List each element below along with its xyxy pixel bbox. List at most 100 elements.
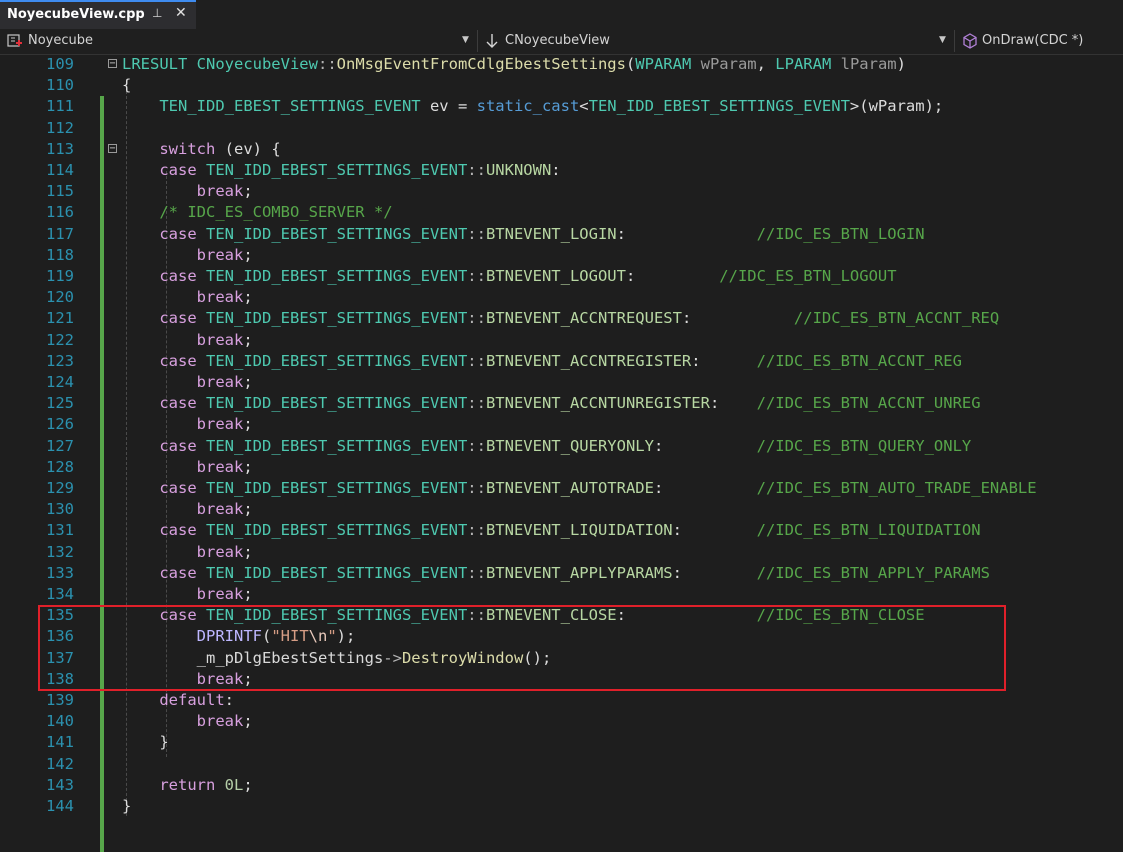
- code-token: ::: [467, 563, 486, 582]
- code-line[interactable]: 128 break;: [0, 457, 1123, 478]
- code-token: :: [653, 479, 757, 497]
- code-token: TEN_IDD_EBEST_SETTINGS_EVENT: [206, 479, 468, 497]
- code-line[interactable]: 144}: [0, 796, 1123, 817]
- code-line[interactable]: 117 case TEN_IDD_EBEST_SETTINGS_EVENT::B…: [0, 224, 1123, 245]
- code-line[interactable]: 138 break;: [0, 669, 1123, 690]
- line-number: 138: [46, 669, 74, 688]
- code-token: ): [896, 55, 906, 73]
- chevron-down-icon[interactable]: ▼: [462, 35, 469, 45]
- code-token: ::: [467, 309, 486, 328]
- code-token: case: [159, 309, 206, 328]
- class-dropdown[interactable]: CNoyecubeView ▼: [479, 30, 955, 52]
- code-token: //IDC_ES_BTN_LIQUIDATION: [756, 521, 981, 540]
- code-line[interactable]: 132 break;: [0, 542, 1123, 563]
- collapse-icon[interactable]: −: [108, 143, 117, 153]
- code-text: case TEN_IDD_EBEST_SETTINGS_EVENT::BTNEV…: [122, 266, 896, 287]
- code-editor[interactable]: 109− LRESULT CNoyecubeView::OnMsgEventFro…: [0, 54, 1123, 852]
- code-token: LRESULT: [122, 55, 197, 73]
- code-text: /* IDC_ES_COMBO_SERVER */: [122, 202, 392, 223]
- code-line[interactable]: 116 /* IDC_ES_COMBO_SERVER */: [0, 202, 1123, 223]
- code-line[interactable]: 136 DPRINTF("HIT\n");: [0, 626, 1123, 647]
- code-token: case: [159, 224, 206, 243]
- line-number: 140: [46, 712, 74, 731]
- line-number: 122: [46, 330, 74, 349]
- code-token: TEN_IDD_EBEST_SETTINGS_EVENT: [206, 436, 468, 455]
- code-line[interactable]: 141 }: [0, 732, 1123, 753]
- code-token: case: [159, 161, 206, 179]
- code-line[interactable]: 126 break;: [0, 414, 1123, 435]
- code-line[interactable]: 111 TEN_IDD_EBEST_SETTINGS_EVENT ev = st…: [0, 96, 1123, 117]
- code-line[interactable]: 134 break;: [0, 584, 1123, 605]
- code-line[interactable]: 135 case TEN_IDD_EBEST_SETTINGS_EVENT::B…: [0, 605, 1123, 626]
- line-number: 129: [46, 479, 74, 497]
- code-line[interactable]: 115 break;: [0, 181, 1123, 202]
- code-token: TEN_IDD_EBEST_SETTINGS_EVENT: [206, 161, 468, 179]
- code-line[interactable]: 122 break;: [0, 330, 1123, 351]
- code-token: ;: [243, 330, 253, 349]
- code-text: break;: [122, 711, 253, 732]
- pin-icon[interactable]: ⊥: [152, 6, 162, 20]
- code-text: break;: [122, 330, 253, 351]
- code-line[interactable]: 131 case TEN_IDD_EBEST_SETTINGS_EVENT::B…: [0, 520, 1123, 541]
- code-line[interactable]: 119 case TEN_IDD_EBEST_SETTINGS_EVENT::B…: [0, 266, 1123, 287]
- code-token: OnMsgEventFromCdlgEbestSettings: [336, 55, 626, 73]
- line-number: 135: [46, 606, 74, 625]
- line-number: 131: [46, 521, 74, 540]
- member-dropdown[interactable]: OnDraw(CDC *): [956, 30, 1123, 52]
- code-line[interactable]: 125 case TEN_IDD_EBEST_SETTINGS_EVENT::B…: [0, 393, 1123, 414]
- code-line[interactable]: 120 break;: [0, 287, 1123, 308]
- code-line[interactable]: 133 case TEN_IDD_EBEST_SETTINGS_EVENT::B…: [0, 563, 1123, 584]
- code-token: //IDC_ES_BTN_CLOSE: [756, 606, 925, 625]
- code-text: case TEN_IDD_EBEST_SETTINGS_EVENT::BTNEV…: [122, 393, 980, 414]
- code-line[interactable]: 143 return 0L;: [0, 775, 1123, 796]
- line-number: 120: [46, 288, 74, 307]
- project-dropdown[interactable]: Noyecube ▼: [0, 30, 478, 52]
- code-line[interactable]: 114 case TEN_IDD_EBEST_SETTINGS_EVENT::U…: [0, 160, 1123, 181]
- collapse-icon[interactable]: −: [108, 59, 117, 69]
- code-line[interactable]: 142: [0, 754, 1123, 775]
- code-line[interactable]: 118 break;: [0, 245, 1123, 266]
- line-number: 141: [46, 733, 74, 752]
- code-token: \n: [308, 627, 328, 646]
- code-line[interactable]: 121 case TEN_IDD_EBEST_SETTINGS_EVENT::B…: [0, 308, 1123, 329]
- code-line[interactable]: 130 break;: [0, 499, 1123, 520]
- code-token: BTNEVENT_ACCNTREQUEST: [485, 309, 682, 328]
- line-number: 121: [46, 309, 74, 328]
- code-line[interactable]: 140 break;: [0, 711, 1123, 732]
- line-number: 134: [46, 585, 74, 603]
- code-token: {: [122, 76, 132, 95]
- code-line[interactable]: 110 {: [0, 75, 1123, 96]
- code-line[interactable]: 112: [0, 118, 1123, 139]
- line-number: 113: [46, 139, 74, 158]
- code-line[interactable]: 123 case TEN_IDD_EBEST_SETTINGS_EVENT::B…: [0, 351, 1123, 372]
- code-text: default:: [122, 690, 234, 711]
- code-token: TEN_IDD_EBEST_SETTINGS_EVENT: [206, 394, 468, 413]
- tab-noyecubeview-cpp[interactable]: NoyecubeView.cpp ⊥ ✕: [0, 0, 196, 29]
- code-token: }: [159, 733, 169, 752]
- code-line[interactable]: 124 break;: [0, 372, 1123, 393]
- line-number: 110: [46, 76, 74, 95]
- chevron-down-icon[interactable]: ▼: [939, 35, 946, 45]
- code-token: lParam: [840, 55, 897, 73]
- code-line[interactable]: 139 default:: [0, 690, 1123, 711]
- code-token: :: [691, 351, 757, 370]
- close-icon[interactable]: ✕: [175, 5, 187, 21]
- code-token: BTNEVENT_LOGOUT: [485, 267, 626, 285]
- code-line[interactable]: 129 case TEN_IDD_EBEST_SETTINGS_EVENT::B…: [0, 478, 1123, 499]
- code-token: ::: [467, 394, 486, 413]
- code-token: (ev) {: [215, 139, 281, 158]
- code-line[interactable]: 109 − LRESULT CNoyecubeView::OnMsgEventFro…: [0, 54, 1123, 75]
- code-text: case TEN_IDD_EBEST_SETTINGS_EVENT::BTNEV…: [122, 605, 925, 626]
- code-line[interactable]: 137 _m_pDlgEbestSettings->DestroyWindow(…: [0, 648, 1123, 669]
- code-line[interactable]: 113 − switch (ev) {: [0, 139, 1123, 160]
- code-token: TEN_IDD_EBEST_SETTINGS_EVENT: [206, 563, 468, 582]
- code-line[interactable]: 127 case TEN_IDD_EBEST_SETTINGS_EVENT::B…: [0, 436, 1123, 457]
